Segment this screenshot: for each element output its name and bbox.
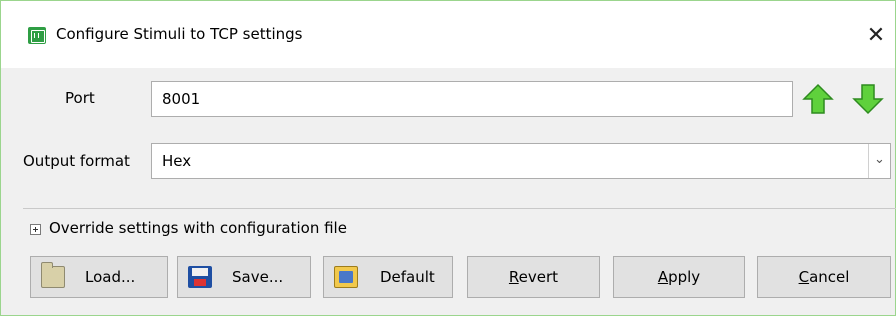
port-input[interactable]: 8001 [151, 81, 793, 117]
apply-button[interactable]: Apply [613, 256, 745, 298]
cancel-label-rest: ancel [809, 268, 850, 286]
floppy-disk-icon [188, 266, 212, 288]
app-icon [28, 27, 46, 44]
green-up-arrow-icon [802, 83, 834, 114]
apply-mnemonic: A [657, 268, 669, 286]
cancel-button-label: Cancel [799, 268, 850, 286]
load-button-label: Load... [85, 268, 136, 286]
close-button[interactable]: ✕ [861, 21, 891, 51]
default-settings-icon [334, 266, 358, 288]
cancel-button[interactable]: Cancel [757, 256, 891, 298]
folder-icon [41, 262, 65, 288]
apply-label-rest: pply [668, 268, 701, 286]
load-button[interactable]: Load... [30, 256, 168, 298]
divider [23, 208, 896, 209]
apply-button-label: Apply [658, 268, 700, 286]
save-button[interactable]: Save... [177, 256, 311, 298]
title-bar[interactable]: Configure Stimuli to TCP settings ✕ [1, 1, 895, 68]
port-label: Port [65, 89, 95, 107]
green-down-arrow-icon [852, 84, 884, 115]
move-up-button[interactable] [801, 81, 835, 117]
move-down-button[interactable] [851, 81, 885, 117]
output-format-label: Output format [23, 152, 130, 170]
output-format-value: Hex [162, 152, 192, 170]
revert-button[interactable]: Revert [467, 256, 600, 298]
expand-icon[interactable] [30, 224, 41, 235]
revert-button-label: Revert [509, 268, 558, 286]
revert-label-rest: evert [518, 268, 559, 286]
default-button-label: Default [380, 268, 435, 286]
save-button-label: Save... [232, 268, 284, 286]
chevron-down-icon[interactable]: ⌄ [868, 144, 890, 178]
cancel-mnemonic: C [798, 268, 810, 286]
window-title: Configure Stimuli to TCP settings [56, 25, 303, 43]
output-format-select[interactable]: Hex ⌄ [151, 143, 891, 179]
revert-mnemonic: R [508, 268, 519, 286]
override-label[interactable]: Override settings with configuration fil… [49, 219, 347, 237]
settings-dialog: Configure Stimuli to TCP settings ✕ Port… [0, 0, 896, 316]
default-button[interactable]: Default [323, 256, 453, 298]
